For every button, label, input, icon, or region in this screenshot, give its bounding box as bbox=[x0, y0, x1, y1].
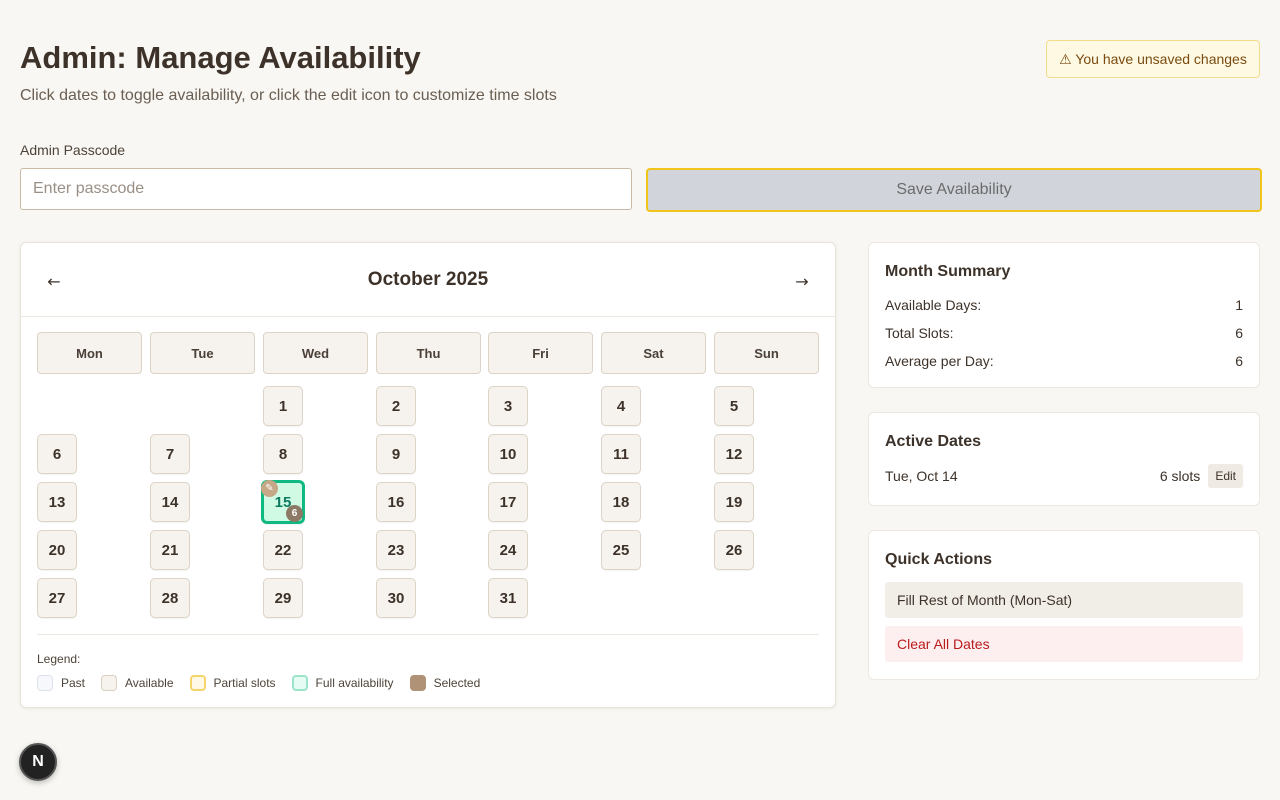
save-availability-button[interactable]: Save Availability bbox=[646, 168, 1262, 212]
nextjs-dev-badge[interactable]: N bbox=[19, 743, 57, 781]
day-cell-28[interactable]: 28 bbox=[150, 578, 190, 618]
day-cell-11[interactable]: 11 bbox=[601, 434, 641, 474]
weekday-header-tue: Tue bbox=[150, 332, 255, 374]
day-cell-14[interactable]: 14 bbox=[150, 482, 190, 522]
calendar-header: ← October 2025 → bbox=[21, 243, 835, 317]
page-subtitle: Click dates to toggle availability, or c… bbox=[20, 87, 557, 104]
legend-item-selected: Selected bbox=[409, 675, 481, 691]
day-cell-30[interactable]: 30 bbox=[376, 578, 416, 618]
edit-slots-icon[interactable]: ✎ bbox=[261, 480, 278, 497]
weekday-header-thu: Thu bbox=[376, 332, 481, 374]
day-cell-25[interactable]: 25 bbox=[601, 530, 641, 570]
day-cell-31[interactable]: 31 bbox=[488, 578, 528, 618]
day-cell-24[interactable]: 24 bbox=[488, 530, 528, 570]
day-cell-17[interactable]: 17 bbox=[488, 482, 528, 522]
day-cell-4[interactable]: 4 bbox=[601, 386, 641, 426]
legend-swatch-full bbox=[291, 675, 308, 691]
day-cell-6[interactable]: 6 bbox=[37, 434, 77, 474]
day-cell-8[interactable]: 8 bbox=[263, 434, 303, 474]
day-cell-9[interactable]: 9 bbox=[376, 434, 416, 474]
weekday-header-sun: Sun bbox=[714, 332, 819, 374]
day-cell-22[interactable]: 22 bbox=[263, 530, 303, 570]
day-cell-19[interactable]: 19 bbox=[714, 482, 754, 522]
legend-label: Full availability bbox=[315, 676, 394, 690]
quick-actions-title: Quick Actions bbox=[885, 551, 992, 568]
day-cell-23[interactable]: 23 bbox=[376, 530, 416, 570]
clear-all-dates-button[interactable]: Clear All Dates bbox=[885, 626, 1243, 662]
summary-label: Available Days: bbox=[885, 297, 982, 313]
edit-date-button[interactable]: Edit bbox=[1208, 464, 1243, 488]
summary-label: Average per Day: bbox=[885, 353, 994, 369]
passcode-input[interactable] bbox=[20, 168, 632, 210]
active-date-row: Tue, Oct 14 6 slots Edit bbox=[885, 463, 1243, 489]
day-cell-15[interactable]: 15 ✎ 6 bbox=[261, 480, 305, 524]
legend-item-available: Available bbox=[101, 675, 174, 691]
summary-value: 6 bbox=[1235, 353, 1243, 369]
month-summary-card: Month Summary Available Days: 1 Total Slot… bbox=[868, 242, 1260, 388]
legend-swatch-available bbox=[101, 675, 118, 691]
day-cell-18[interactable]: 18 bbox=[601, 482, 641, 522]
summary-value: 6 bbox=[1235, 325, 1243, 341]
quick-actions-card: Quick Actions Fill Rest of Month (Mon-Sa… bbox=[868, 530, 1260, 680]
day-cell-27[interactable]: 27 bbox=[37, 578, 77, 618]
legend-divider bbox=[37, 634, 819, 635]
day-cell-5[interactable]: 5 bbox=[714, 386, 754, 426]
day-cell-21[interactable]: 21 bbox=[150, 530, 190, 570]
legend-title: Legend: bbox=[37, 652, 81, 666]
summary-row: Available Days: 1 bbox=[885, 297, 1243, 313]
day-cell-16[interactable]: 16 bbox=[376, 482, 416, 522]
legend-swatch-past bbox=[37, 675, 53, 691]
day-cell-20[interactable]: 20 bbox=[37, 530, 77, 570]
weekday-header-fri: Fri bbox=[488, 332, 593, 374]
weekday-header-mon: Mon bbox=[37, 332, 142, 374]
day-cell-2[interactable]: 2 bbox=[376, 386, 416, 426]
legend-swatch-selected bbox=[409, 675, 426, 691]
active-date-label: Tue, Oct 14 bbox=[885, 468, 958, 484]
legend-item-past: Past bbox=[37, 675, 85, 691]
day-cell-10[interactable]: 10 bbox=[488, 434, 528, 474]
fill-rest-of-month-button[interactable]: Fill Rest of Month (Mon-Sat) bbox=[885, 582, 1243, 618]
summary-value: 1 bbox=[1235, 297, 1243, 313]
unsaved-changes-banner: ⚠ You have unsaved changes bbox=[1046, 40, 1260, 78]
month-title: October 2025 bbox=[367, 269, 489, 290]
weekday-header-wed: Wed bbox=[263, 332, 368, 374]
passcode-label: Admin Passcode bbox=[20, 142, 126, 158]
summary-row: Average per Day: 6 bbox=[885, 353, 1243, 369]
month-summary-title: Month Summary bbox=[885, 263, 1011, 280]
legend-swatch-partial bbox=[189, 675, 206, 691]
day-cell-1[interactable]: 1 bbox=[263, 386, 303, 426]
calendar-card: ← October 2025 → Mon Tue Wed Thu Fri Sat Sun 1… bbox=[20, 242, 836, 708]
day-cell-7[interactable]: 7 bbox=[150, 434, 190, 474]
next-month-button[interactable]: → bbox=[786, 267, 818, 295]
summary-label: Total Slots: bbox=[885, 325, 954, 341]
weekday-header-sat: Sat bbox=[601, 332, 706, 374]
day-cell-12[interactable]: 12 bbox=[714, 434, 754, 474]
day-cell-29[interactable]: 29 bbox=[263, 578, 303, 618]
legend: Past Available Partial slots Full availabil… bbox=[37, 675, 496, 691]
day-cell-13[interactable]: 13 bbox=[37, 482, 77, 522]
summary-row: Total Slots: 6 bbox=[885, 325, 1243, 341]
legend-item-partial: Partial slots bbox=[189, 675, 276, 691]
legend-item-full: Full availability bbox=[291, 675, 394, 691]
active-dates-card: Active Dates Tue, Oct 14 6 slots Edit bbox=[868, 412, 1260, 506]
page-title: Admin: Manage Availability bbox=[20, 40, 421, 75]
day-cell-3[interactable]: 3 bbox=[488, 386, 528, 426]
legend-label: Past bbox=[61, 676, 86, 690]
active-date-slots: 6 slots bbox=[1159, 468, 1201, 484]
legend-label: Selected bbox=[433, 676, 481, 690]
slot-count-badge: 6 bbox=[286, 505, 303, 522]
legend-label: Partial slots bbox=[213, 676, 276, 690]
day-cell-26[interactable]: 26 bbox=[714, 530, 754, 570]
legend-label: Available bbox=[125, 676, 174, 690]
active-dates-title: Active Dates bbox=[885, 433, 982, 450]
